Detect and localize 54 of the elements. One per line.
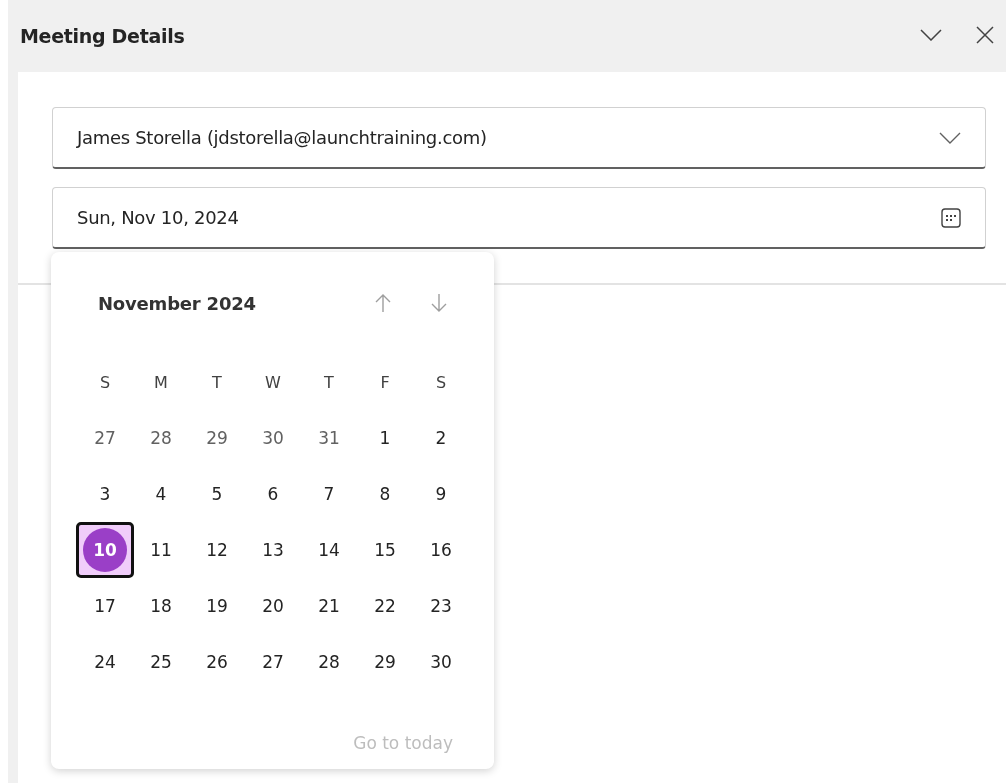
calendar-day[interactable]: 28 [133, 410, 189, 466]
pane-title: Meeting Details [20, 25, 185, 47]
chevron-down-icon [939, 131, 961, 144]
weekday-label: F [379, 371, 391, 394]
calendar-day[interactable]: 20 [245, 578, 301, 634]
weekday-label: T [211, 371, 223, 394]
calendar-day[interactable]: 5 [189, 466, 245, 522]
calendar-day[interactable]: 13 [245, 522, 301, 578]
calendar-icon[interactable] [941, 207, 961, 228]
calendar-day[interactable]: 19 [189, 578, 245, 634]
calendar-day[interactable]: 18 [133, 578, 189, 634]
calendar-day[interactable]: 10 [76, 522, 134, 578]
calendar-day[interactable]: 16 [413, 522, 469, 578]
weekday-label: M [153, 371, 169, 394]
calendar-day[interactable]: 30 [245, 410, 301, 466]
calendar-day[interactable]: 29 [189, 410, 245, 466]
weekday-label: W [264, 371, 282, 394]
calendar-day[interactable]: 23 [413, 578, 469, 634]
calendar-day[interactable]: 21 [301, 578, 357, 634]
date-field[interactable]: Sun, Nov 10, 2024 [52, 187, 986, 249]
collapse-icon[interactable] [920, 29, 942, 41]
calendar-day[interactable]: 25 [133, 634, 189, 690]
calendar-day[interactable]: 12 [189, 522, 245, 578]
calendar-day[interactable]: 11 [133, 522, 189, 578]
calendar-day[interactable]: 3 [77, 466, 133, 522]
calendar-day[interactable]: 1 [357, 410, 413, 466]
calendar-day[interactable]: 7 [301, 466, 357, 522]
calendar-day[interactable]: 22 [357, 578, 413, 634]
calendar-day[interactable]: 31 [301, 410, 357, 466]
calendar-day[interactable]: 24 [77, 634, 133, 690]
calendar-day[interactable]: 30 [413, 634, 469, 690]
weekday-label: S [98, 371, 112, 394]
close-icon[interactable] [976, 26, 994, 44]
weekday-label: S [434, 371, 448, 394]
month-title: November 2024 [98, 292, 256, 314]
calendar-day[interactable]: 29 [357, 634, 413, 690]
calendar-day[interactable]: 2 [413, 410, 469, 466]
calendar-day[interactable]: 15 [357, 522, 413, 578]
calendar-day[interactable]: 9 [413, 466, 469, 522]
calendar-day[interactable]: 27 [245, 634, 301, 690]
calendar-day[interactable]: 8 [357, 466, 413, 522]
calendar-day[interactable]: 4 [133, 466, 189, 522]
calendar-day[interactable]: 17 [77, 578, 133, 634]
calendar-day[interactable]: 26 [189, 634, 245, 690]
calendar-day[interactable]: 6 [245, 466, 301, 522]
previous-month-button[interactable] [374, 293, 392, 313]
field-value: Sun, Nov 10, 2024 [77, 207, 239, 228]
field-value: James Storella (jdstorella@launchtraining.com) [77, 127, 487, 148]
calendar-day[interactable]: 27 [77, 410, 133, 466]
weekday-label: T [323, 371, 335, 394]
organizer-dropdown[interactable]: James Storella (jdstorella@launchtraining.com) [52, 107, 986, 169]
calendar-day[interactable]: 28 [301, 634, 357, 690]
next-month-button[interactable] [430, 293, 448, 313]
calendar-day[interactable]: 14 [301, 522, 357, 578]
